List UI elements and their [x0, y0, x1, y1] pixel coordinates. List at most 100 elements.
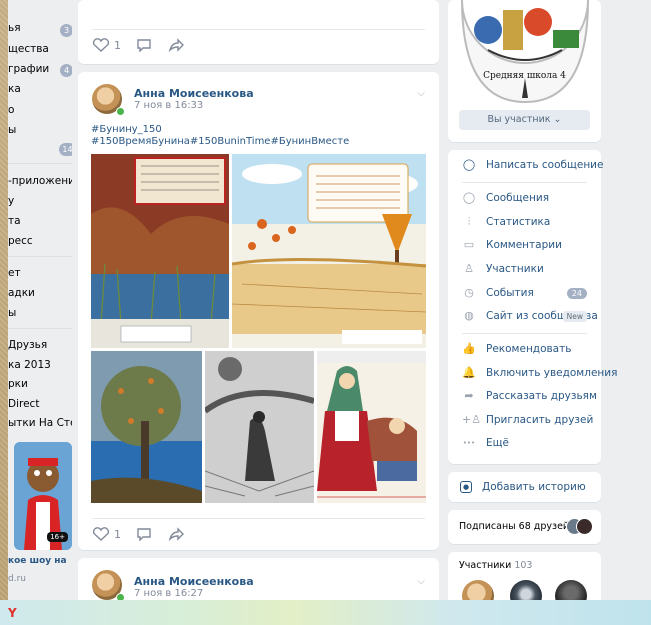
camera-icon: ● — [460, 481, 472, 493]
post-author[interactable]: Анна Моисеенкова — [134, 87, 254, 100]
sidebar-item[interactable]: рки — [8, 378, 28, 398]
user-icon: ♙ — [464, 262, 474, 275]
sidebar-item[interactable]: адки — [8, 287, 35, 307]
members-count: 103 — [514, 560, 533, 571]
chevron-down-icon[interactable]: ⌵ — [417, 88, 425, 99]
post-actions: 1 — [92, 527, 185, 541]
post-date[interactable]: 7 ноя в 16:33 — [134, 100, 203, 111]
friends-subscribed-card[interactable]: Подписаны 68 друзей — [448, 510, 601, 544]
menu-item-label: Написать сообщение — [486, 159, 604, 171]
sidebar-item-label: адки — [8, 287, 35, 299]
sidebar-item-label: ка — [8, 83, 21, 95]
menu-item-notifications[interactable]: 🔔 Включить уведомления — [462, 363, 617, 383]
comment-icon: ▭ — [463, 238, 475, 251]
post-photo[interactable] — [205, 351, 314, 503]
share-icon: ➦ — [464, 389, 474, 402]
school-logo[interactable] — [458, 0, 592, 104]
sidebar-item-label: о — [8, 104, 15, 116]
menu-item-comments[interactable]: ▭ Комментарии — [462, 235, 562, 255]
menu-item-label: Рассказать друзьям — [486, 390, 597, 402]
divider — [8, 256, 72, 257]
post-photo[interactable] — [317, 351, 426, 503]
sidebar-item[interactable]: щества — [8, 43, 49, 63]
sidebar-item[interactable]: ет — [8, 267, 21, 287]
new-badge: New — [562, 311, 587, 322]
post-photo[interactable] — [91, 351, 202, 503]
sidebar-item-label: щества — [8, 43, 49, 55]
menu-item-recommend[interactable]: 👍 Рекомендовать — [462, 339, 571, 359]
member-status-button[interactable]: Вы участник ⌄ — [459, 110, 590, 130]
sidebar-item[interactable]: у — [8, 195, 14, 215]
group-actions-card: ◯ Написать сообщение ◯ Сообщения ⫶ Статист… — [448, 150, 617, 464]
chevron-down-icon[interactable]: ⌵ — [417, 576, 425, 587]
menu-item-label: Комментарии — [486, 239, 562, 251]
sidebar-item[interactable]: ы — [8, 124, 16, 144]
sidebar-item[interactable]: та — [8, 215, 21, 235]
sidebar-item[interactable]: ья — [8, 22, 21, 42]
menu-item-label: Включить уведомления — [486, 367, 618, 379]
share-icon[interactable] — [167, 38, 185, 52]
share-icon[interactable] — [167, 527, 185, 541]
divider — [92, 29, 425, 30]
group-cover-card: Средняя школа 4 Вы участник ⌄ — [448, 0, 601, 142]
comment-icon[interactable] — [135, 38, 153, 52]
counter-badge: 3 — [60, 24, 72, 37]
menu-item-stats[interactable]: ⫶ Статистика — [462, 212, 551, 232]
counter-badge: 4 — [60, 64, 72, 77]
menu-item-members[interactable]: ♙ Участники — [462, 259, 544, 279]
sidebar-item-label: -приложения — [8, 175, 72, 187]
sidebar-item-label: ресс — [8, 235, 33, 247]
brand-y-icon[interactable]: Y — [8, 606, 17, 620]
post-photo[interactable] — [91, 154, 229, 348]
add-story-button[interactable]: ● Добавить историю — [460, 477, 586, 497]
members-heading[interactable]: Участники 103 — [459, 560, 532, 571]
drawing-autumn-field — [232, 154, 426, 348]
online-indicator — [116, 107, 125, 116]
menu-item-more[interactable]: ••• Ещё — [462, 433, 509, 453]
sidebar-item[interactable]: ка — [8, 83, 21, 103]
like-count: 1 — [114, 527, 121, 541]
add-story-card[interactable]: ● Добавить историю — [448, 472, 601, 502]
sidebar-item[interactable]: ка 2013 — [8, 359, 51, 379]
like-button[interactable]: 1 — [92, 527, 121, 541]
write-message-button[interactable]: ◯ Написать сообщение — [462, 155, 604, 175]
post-date[interactable]: 7 ноя в 16:27 — [134, 588, 203, 599]
sidebar-item[interactable]: -приложения — [8, 175, 72, 195]
promo-banner[interactable]: 16+ — [14, 442, 72, 550]
group-logo-caption: Средняя школа 4 — [483, 71, 566, 81]
post-author[interactable]: Анна Моисеенкова — [134, 575, 254, 588]
add-user-icon: +♙ — [462, 413, 482, 426]
like-button[interactable]: 1 — [92, 38, 121, 52]
sidebar-item-label: та — [8, 215, 21, 227]
menu-item-invite[interactable]: +♙ Пригласить друзей — [462, 410, 593, 430]
more-icon: ••• — [462, 439, 476, 447]
sidebar-item[interactable]: ресс — [8, 235, 33, 255]
bottom-banner — [0, 600, 651, 625]
promo-title[interactable]: кое шоу на — [8, 556, 67, 576]
drawing-village-women — [317, 351, 426, 503]
members-label: Участники — [459, 560, 512, 571]
like-count: 1 — [114, 38, 121, 52]
promo-source: d.ru — [8, 574, 26, 584]
menu-item-label: Добавить историю — [482, 481, 586, 493]
post-photo[interactable] — [232, 154, 426, 348]
menu-item-label: Статистика — [486, 216, 551, 228]
stats-icon: ⫶ — [467, 215, 471, 228]
hashtag[interactable]: #150ВремяБунина#150BuninTime#БунинВместе — [91, 136, 349, 147]
sidebar-item[interactable]: о — [8, 104, 14, 124]
menu-item-label: События — [486, 287, 534, 299]
comment-icon[interactable] — [135, 527, 153, 541]
menu-item-label: Сообщения — [486, 192, 550, 204]
sidebar-item-label: ет — [8, 267, 21, 279]
sidebar-item[interactable]: ы — [8, 307, 16, 327]
sidebar-item-label: ы — [8, 307, 17, 319]
sidebar-item[interactable]: Друзья — [8, 339, 47, 359]
sidebar-item[interactable]: ытки На Стену — [8, 417, 72, 437]
menu-item-messages[interactable]: ◯ Сообщения — [462, 188, 549, 208]
sidebar-item[interactable]: графии — [8, 63, 49, 83]
hashtag[interactable]: #Бунину_150 — [91, 124, 162, 135]
drawing-girl-pencil — [205, 351, 314, 503]
menu-item-tell-friends[interactable]: ➦ Рассказать друзьям — [462, 386, 597, 406]
sidebar-item[interactable]: Direct — [8, 398, 39, 418]
bell-icon: 🔔 — [462, 366, 476, 379]
